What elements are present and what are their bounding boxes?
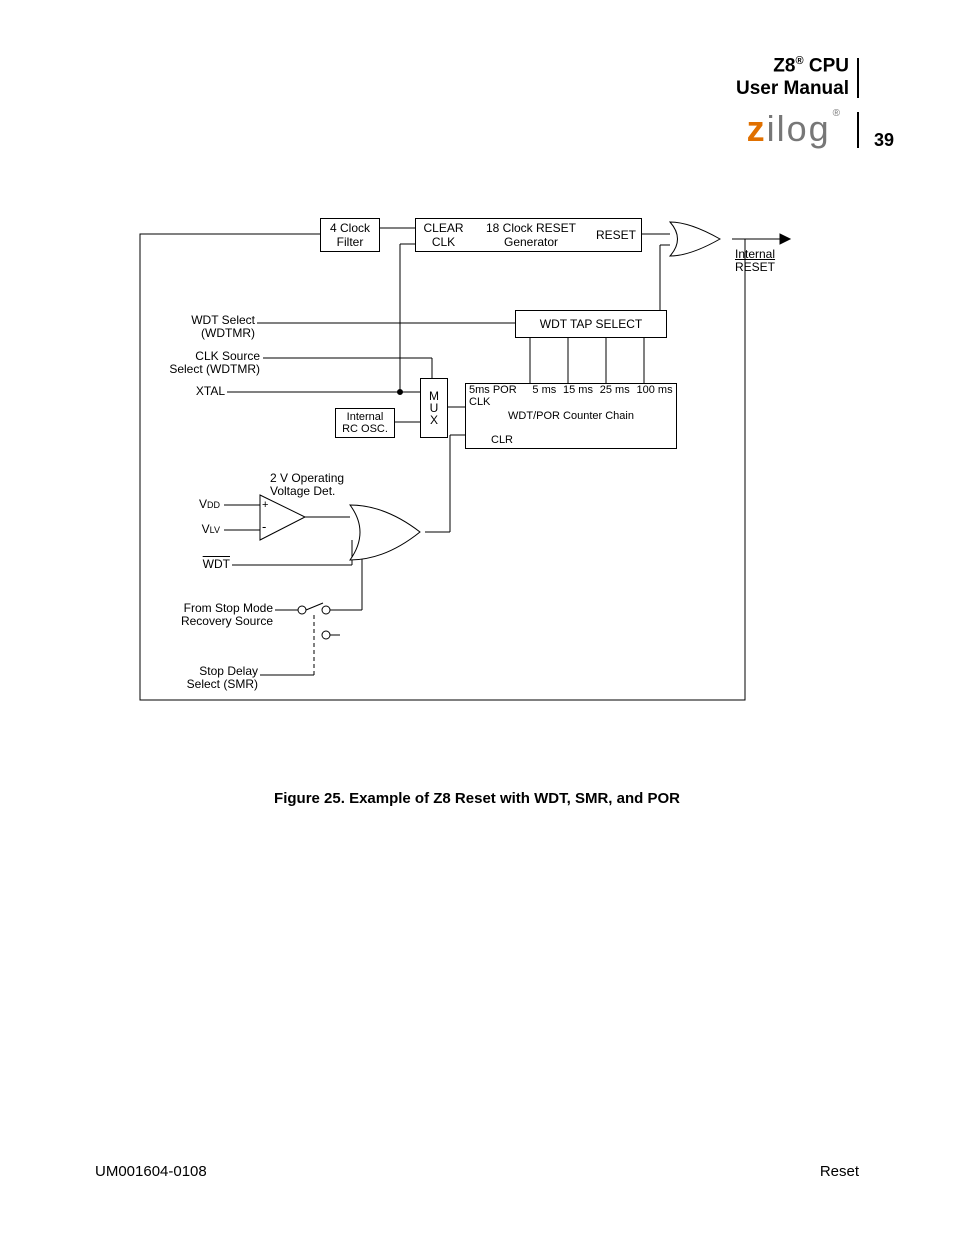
- reg-mark: ®: [795, 55, 803, 67]
- vdd-main: V: [199, 497, 207, 511]
- vlv-label: VLV: [185, 523, 220, 536]
- figure-caption: Figure 25. Example of Z8 Reset with WDT,…: [0, 790, 954, 807]
- mux-block: M U X: [420, 378, 448, 438]
- tap-select-label: WDT TAP SELECT: [540, 317, 642, 331]
- brand-logo: zilog®: [747, 108, 842, 150]
- counter-25ms: 25 ms: [600, 384, 630, 396]
- page-number: 39: [874, 130, 894, 151]
- counter-chain-block: 5ms POR 5 ms 15 ms 25 ms 100 ms CLK WDT/…: [465, 383, 677, 449]
- cpu-label: CPU: [809, 55, 849, 76]
- counter-clk: CLK: [466, 396, 676, 408]
- vdd-sub: DD: [207, 500, 220, 510]
- reset-block-diagram: 4 Clock Filter CLEAR CLK 18 Clock RESET …: [130, 210, 830, 770]
- logo-z: z: [747, 108, 767, 149]
- stop-delay-label: Stop Delay Select (SMR): [130, 665, 258, 691]
- header-rule: [857, 58, 859, 98]
- counter-clr: CLR: [466, 434, 513, 446]
- rc-osc-l2: RC OSC.: [342, 423, 388, 435]
- reset-gen-gen: Generator: [471, 235, 591, 249]
- wdt-select-l2: (WDTMR): [130, 327, 255, 340]
- clk-source-label: CLK Source Select (WDTMR): [130, 350, 260, 376]
- volt-det-l2: Voltage Det.: [270, 485, 344, 498]
- reset-gen-out: RESET: [591, 228, 641, 242]
- counter-5ms-por: 5ms POR: [466, 384, 529, 396]
- counter-100ms: 100 ms: [637, 384, 673, 396]
- footer-section: Reset: [820, 1163, 859, 1180]
- clock-filter-l2: Filter: [337, 235, 364, 249]
- vlv-main: V: [202, 522, 210, 536]
- vdd-label: VDD: [185, 498, 220, 511]
- counter-5ms: 5 ms: [532, 384, 556, 396]
- product-name: Z8: [773, 55, 795, 76]
- logo-reg: ®: [833, 108, 842, 119]
- rc-osc-l1: Internal: [347, 411, 384, 423]
- reset-generator-block: CLEAR CLK 18 Clock RESET Generator RESET: [415, 218, 642, 252]
- out-reset: RESET: [735, 261, 775, 274]
- reset-gen-clk: CLK: [416, 235, 471, 249]
- logo-rest: ilog: [767, 108, 831, 149]
- clk-source-l2: Select (WDTMR): [130, 363, 260, 376]
- xtal-label: XTAL: [170, 385, 225, 398]
- vlv-sub: LV: [210, 525, 220, 535]
- stop-mode-label: From Stop Mode Recovery Source: [130, 602, 273, 628]
- wdt-bar-label: WDT: [185, 558, 230, 571]
- logo-rule: [857, 112, 859, 148]
- comparator-minus: -: [262, 520, 266, 534]
- page-header: Z8® CPU User Manual: [736, 55, 849, 101]
- tap-select-block: WDT TAP SELECT: [515, 310, 667, 338]
- reset-gen-title: 18 Clock RESET: [471, 221, 591, 235]
- counter-15ms: 15 ms: [563, 384, 593, 396]
- rc-osc-block: Internal RC OSC.: [335, 408, 395, 438]
- volt-det-label: 2 V Operating Voltage Det.: [270, 472, 344, 498]
- manual-label: User Manual: [736, 78, 849, 101]
- stop-delay-l2: Select (SMR): [130, 678, 258, 691]
- stop-mode-l2: Recovery Source: [130, 615, 273, 628]
- wdt-select-label: WDT Select (WDTMR): [130, 314, 255, 340]
- footer-doc-id: UM001604-0108: [95, 1163, 207, 1180]
- reset-gen-clear: CLEAR: [416, 221, 471, 235]
- clock-filter-block: 4 Clock Filter: [320, 218, 380, 252]
- comparator-plus: +: [262, 499, 268, 511]
- counter-title: WDT/POR Counter Chain: [466, 410, 676, 422]
- clock-filter-l1: 4 Clock: [330, 221, 370, 235]
